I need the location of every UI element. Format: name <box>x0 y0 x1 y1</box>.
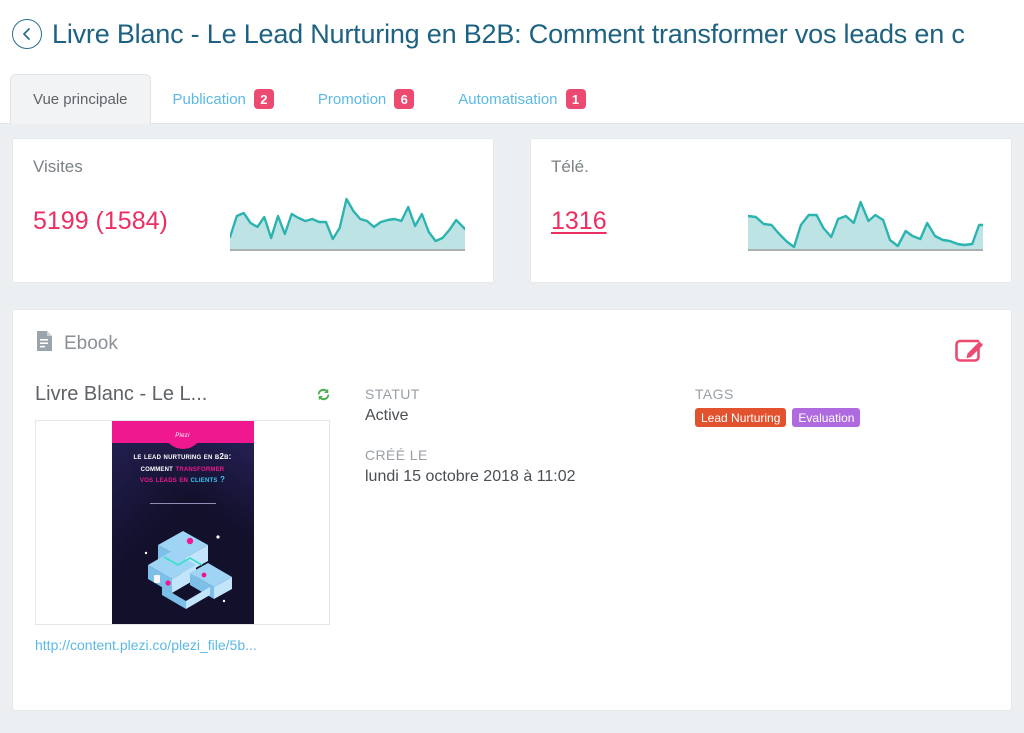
page-title: Livre Blanc - Le Lead Nurturing en B2B: … <box>52 18 965 49</box>
cover-line-3a: vos leads en <box>139 475 191 485</box>
page-root: Livre Blanc - Le Lead Nurturing en B2B: … <box>0 0 1024 733</box>
tab-promotion[interactable]: Promotion 6 <box>296 74 436 124</box>
cover-line-3b: clients ? <box>190 475 226 485</box>
document-icon <box>35 330 54 357</box>
card-type-label: Ebook <box>64 332 118 354</box>
cover-line-2b: transformer <box>175 463 225 473</box>
stat-value-link[interactable]: 1316 <box>551 207 607 236</box>
tag-list: Lead Nurturing Evaluation <box>695 408 989 427</box>
tab-publication[interactable]: Publication 2 <box>151 74 296 124</box>
ebook-cover-thumbnail[interactable]: Plezi Le lead nurturing en B2B: Comment … <box>111 421 254 624</box>
asset-title: Livre Blanc - Le L... <box>35 383 208 405</box>
tab-automatisation[interactable]: Automatisation 1 <box>436 74 607 124</box>
field-label: CRÉÉ LE <box>365 447 428 463</box>
tab-label: Promotion <box>317 90 387 108</box>
detail-grid: Livre Blanc - Le L... Plezi le lead nurt… <box>35 383 989 653</box>
cover-line-1: Le lead nurturing en B2B: <box>133 452 232 461</box>
ebook-detail-card: Ebook Livre Blanc - Le L... Plezi le lea… <box>12 309 1012 711</box>
tags-label: TAGS <box>695 386 734 402</box>
brand-logo-text: Plezi <box>175 433 190 439</box>
tab-label: Publication <box>172 90 246 108</box>
cover-line-2: Comment transformer <box>120 463 246 475</box>
tags-column: TAGS Lead Nurturing Evaluation <box>695 383 989 653</box>
tab-badge: 6 <box>394 89 415 109</box>
asset-column: Livre Blanc - Le L... Plezi le lead nurt… <box>35 383 365 653</box>
tab-label: Automatisation <box>458 90 558 108</box>
tab-vue-principale[interactable]: Vue principale <box>10 74 151 124</box>
card-header: Ebook <box>35 330 989 357</box>
cover-illustration <box>128 513 238 618</box>
edit-button[interactable] <box>954 336 987 366</box>
asset-url-link[interactable]: http://content.plezi.co/plezi_file/5b... <box>35 637 365 653</box>
field-value: Active <box>365 407 409 424</box>
asset-thumbnail-frame: Plezi Le lead nurturing en B2B: Comment … <box>35 420 330 625</box>
cover-line-2a: Comment <box>140 463 176 473</box>
field-statut: STATUT Active <box>365 386 695 425</box>
tab-label: Vue principale <box>33 91 128 108</box>
field-cree-le: CRÉÉ LE lundi 15 octobre 2018 à 11:02 <box>365 447 695 486</box>
cover-divider <box>149 503 216 504</box>
back-button[interactable] <box>12 19 42 49</box>
stat-label: Télé. <box>551 157 589 176</box>
stat-label: Visites <box>33 157 83 176</box>
telechargements-sparkline-chart <box>748 191 983 257</box>
edit-pencil-icon <box>954 339 987 370</box>
tab-bar: Vue principale Publication 2 Promotion 6… <box>0 68 1024 124</box>
stat-card-telechargements: Télé. 1316 <box>530 138 1012 283</box>
field-label: STATUT <box>365 386 420 402</box>
asset-title-row: Livre Blanc - Le L... <box>35 383 335 406</box>
stat-value: 5199 (1584) <box>33 207 168 235</box>
field-value: lundi 15 octobre 2018 à 11:02 <box>365 468 576 485</box>
stats-row: Visites 5199 (1584) Télé. 1316 <box>0 124 1024 283</box>
tag-item[interactable]: Lead Nurturing <box>695 408 787 427</box>
visites-sparkline-chart <box>230 191 465 257</box>
cover-headline: Le lead nurturing en B2B: Comment transf… <box>120 451 246 486</box>
stat-card-visites: Visites 5199 (1584) <box>12 138 494 283</box>
page-header: Livre Blanc - Le Lead Nurturing en B2B: … <box>0 0 1024 68</box>
tag-item[interactable]: Evaluation <box>792 408 861 427</box>
tab-badge: 2 <box>253 89 274 109</box>
chevron-left-icon <box>20 27 34 41</box>
meta-column: STATUT Active CRÉÉ LE lundi 15 octobre 2… <box>365 383 695 653</box>
refresh-sync-icon[interactable] <box>314 385 333 404</box>
cover-line-3: vos leads en clients ? <box>120 474 246 486</box>
tab-badge: 1 <box>565 89 586 109</box>
